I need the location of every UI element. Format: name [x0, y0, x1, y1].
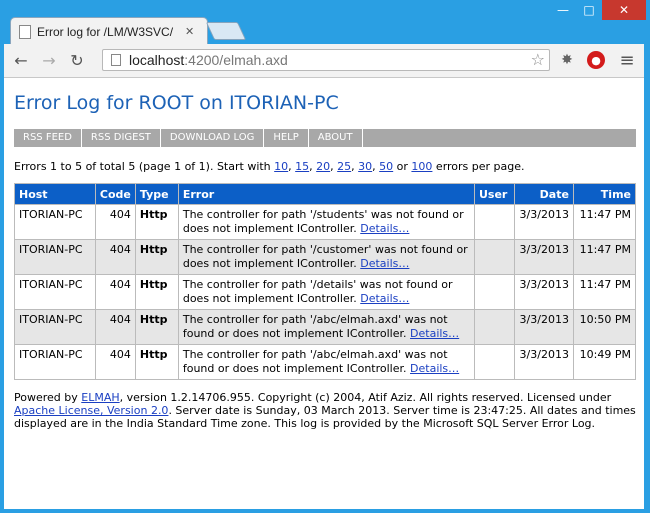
browser-tab[interactable]: Error log for /LM/W3SVC/ ✕ — [10, 17, 208, 45]
url-text: localhost:4200/elmah.axd — [129, 52, 288, 68]
column-header-code[interactable]: Code — [94, 183, 136, 205]
address-bar[interactable]: localhost:4200/elmah.axd ☆ — [102, 49, 550, 71]
reload-icon[interactable]: ↻ — [66, 50, 88, 72]
nav-help[interactable]: HELP — [264, 129, 309, 147]
page-stats: Errors 1 to 5 of total 5 (page 1 of 1). … — [14, 160, 525, 173]
column-header-date[interactable]: Date — [513, 183, 574, 205]
elmah-link[interactable]: ELMAH — [81, 391, 119, 404]
time-cell: 10:49 PM — [572, 344, 637, 380]
forward-icon[interactable]: → — [38, 50, 60, 72]
back-icon[interactable]: ← — [10, 50, 32, 72]
minimize-icon[interactable]: — — [550, 0, 576, 20]
type-cell: Http — [134, 204, 179, 240]
column-header-host[interactable]: Host — [14, 183, 96, 205]
nav-about[interactable]: ABOUT — [309, 129, 363, 147]
type-cell: Http — [134, 274, 179, 310]
error-cell: The controller for path '/details' was n… — [177, 274, 475, 310]
maximize-icon[interactable]: □ — [576, 0, 602, 20]
time-cell: 11:47 PM — [572, 239, 637, 275]
table-row: ITORIAN-PC 404 Http The controller for p… — [14, 309, 637, 345]
page-size-link[interactable]: 50 — [379, 160, 393, 173]
page-size-link[interactable]: 100 — [411, 160, 432, 173]
page-size-link[interactable]: 10 — [274, 160, 288, 173]
stop-extension-icon[interactable]: ● — [586, 50, 606, 70]
time-cell: 10:50 PM — [572, 309, 637, 345]
new-tab-button[interactable] — [205, 22, 247, 40]
column-header-type[interactable]: Type — [134, 183, 179, 205]
host-cell: ITORIAN-PC — [14, 204, 96, 240]
browser-window: — □ ✕ Error log for /LM/W3SVC/ ✕ ← → ↻ l… — [0, 0, 650, 513]
host-cell: ITORIAN-PC — [14, 239, 96, 275]
close-tab-icon[interactable]: ✕ — [185, 25, 194, 38]
type-cell: Http — [134, 309, 179, 345]
details-link[interactable]: Details… — [360, 222, 409, 235]
error-cell: The controller for path '/students' was … — [177, 204, 475, 240]
tab-title: Error log for /LM/W3SVC/ — [37, 24, 174, 39]
details-link[interactable]: Details… — [410, 327, 459, 340]
date-cell: 3/3/2013 — [513, 274, 574, 310]
page-icon — [19, 24, 31, 39]
extension-icon[interactable]: ✸ — [557, 50, 577, 70]
bookmark-star-icon[interactable]: ☆ — [531, 50, 545, 69]
nav-rss-feed[interactable]: RSS FEED — [14, 129, 82, 147]
table-row: ITORIAN-PC 404 Http The controller for p… — [14, 204, 637, 240]
table-row: ITORIAN-PC 404 Http The controller for p… — [14, 274, 637, 310]
browser-toolbar: ← → ↻ localhost:4200/elmah.axd ☆ ✸ ● ≡ — [4, 44, 644, 78]
nav-bar: RSS FEED RSS DIGEST DOWNLOAD LOG HELP AB… — [14, 129, 636, 147]
menu-icon[interactable]: ≡ — [617, 50, 637, 71]
user-cell — [473, 274, 515, 310]
column-header-time[interactable]: Time — [572, 183, 637, 205]
page-title: Error Log for ROOT on ITORIAN-PC — [14, 92, 339, 114]
error-cell: The controller for path '/customer' was … — [177, 239, 475, 275]
footer: Powered by ELMAH, version 1.2.14706.955.… — [14, 391, 636, 430]
user-cell — [473, 204, 515, 240]
page-size-link[interactable]: 15 — [295, 160, 309, 173]
user-cell — [473, 344, 515, 380]
time-cell: 11:47 PM — [572, 204, 637, 240]
date-cell: 3/3/2013 — [513, 344, 574, 380]
table-row: ITORIAN-PC 404 Http The controller for p… — [14, 239, 637, 275]
type-cell: Http — [134, 239, 179, 275]
column-header-error[interactable]: Error — [177, 183, 475, 205]
user-cell — [473, 239, 515, 275]
window-controls: — □ ✕ — [550, 0, 646, 20]
details-link[interactable]: Details… — [410, 362, 459, 375]
nav-download-log[interactable]: DOWNLOAD LOG — [161, 129, 265, 147]
date-cell: 3/3/2013 — [513, 239, 574, 275]
user-cell — [473, 309, 515, 345]
page-size-link[interactable]: 25 — [337, 160, 351, 173]
code-cell: 404 — [94, 309, 136, 345]
code-cell: 404 — [94, 204, 136, 240]
details-link[interactable]: Details… — [360, 292, 409, 305]
error-table: Host Code Type Error User Date Time ITOR… — [14, 183, 637, 380]
error-cell: The controller for path '/abc/elmah.axd'… — [177, 309, 475, 345]
license-link[interactable]: Apache License, Version 2.0 — [14, 404, 168, 417]
time-cell: 11:47 PM — [572, 274, 637, 310]
page-content: Error Log for ROOT on ITORIAN-PC RSS FEE… — [4, 78, 644, 509]
date-cell: 3/3/2013 — [513, 204, 574, 240]
close-window-icon[interactable]: ✕ — [602, 0, 646, 20]
details-link[interactable]: Details… — [360, 257, 409, 270]
error-cell: The controller for path '/abc/elmah.axd'… — [177, 344, 475, 380]
page-size-link[interactable]: 30 — [358, 160, 372, 173]
table-header-row: Host Code Type Error User Date Time — [14, 183, 637, 205]
code-cell: 404 — [94, 274, 136, 310]
table-row: ITORIAN-PC 404 Http The controller for p… — [14, 344, 637, 380]
host-cell: ITORIAN-PC — [14, 274, 96, 310]
column-header-user[interactable]: User — [473, 183, 515, 205]
nav-rss-digest[interactable]: RSS DIGEST — [82, 129, 161, 147]
code-cell: 404 — [94, 239, 136, 275]
code-cell: 404 — [94, 344, 136, 380]
host-cell: ITORIAN-PC — [14, 344, 96, 380]
type-cell: Http — [134, 344, 179, 380]
host-cell: ITORIAN-PC — [14, 309, 96, 345]
date-cell: 3/3/2013 — [513, 309, 574, 345]
page-icon — [111, 54, 121, 66]
page-size-link[interactable]: 20 — [316, 160, 330, 173]
